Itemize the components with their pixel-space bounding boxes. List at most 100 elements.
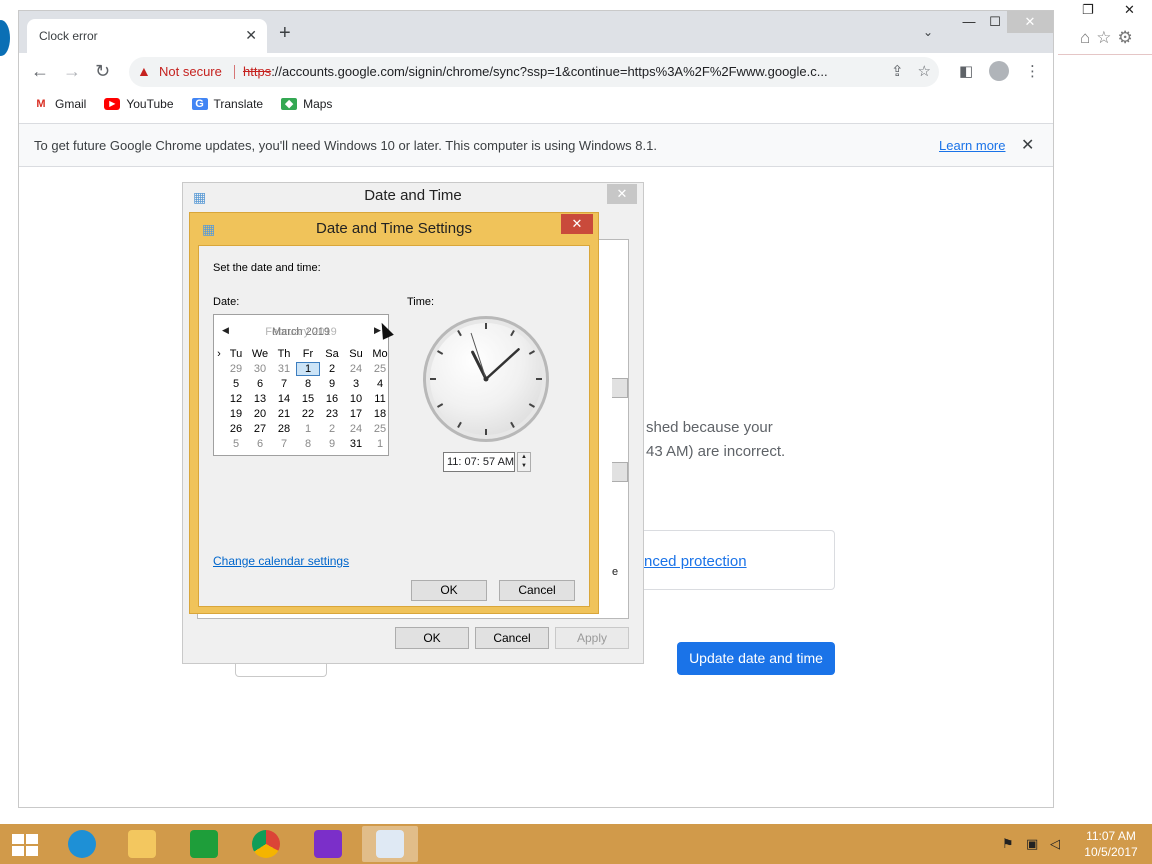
tab-clock-error[interactable]: Clock error ✕ [27, 19, 267, 53]
change-button-edge[interactable] [612, 462, 628, 482]
close-icon[interactable]: ✕ [607, 184, 637, 204]
apply-button[interactable]: Apply [555, 627, 629, 649]
calendar-day[interactable]: 14 [272, 392, 296, 406]
file-explorer-taskbar-button[interactable] [114, 826, 170, 862]
bookmark-gmail[interactable]: M Gmail [33, 91, 86, 117]
calendar-day[interactable]: 18 [368, 407, 392, 421]
date-time-taskbar-button[interactable] [362, 826, 418, 862]
calendar-day[interactable]: 6 [248, 377, 272, 391]
calendar-day[interactable]: 31 [344, 437, 368, 451]
calendar-day[interactable]: 12 [224, 392, 248, 406]
calendar-day[interactable]: 31 [272, 362, 296, 376]
infobar-close-icon[interactable]: ✕ [1021, 135, 1034, 155]
calendar-day[interactable]: 11 [368, 392, 392, 406]
tab-close-icon[interactable]: ✕ [245, 27, 257, 44]
calendar-day[interactable]: 29 [224, 362, 248, 376]
share-icon[interactable]: ⇪ [891, 62, 904, 80]
calendar-day[interactable]: 6 [248, 437, 272, 451]
calendar-day[interactable]: 15 [296, 392, 320, 406]
not-secure-label[interactable]: Not secure [159, 64, 222, 79]
calendar-day[interactable]: 25 [368, 362, 392, 376]
calendar-day[interactable]: 21 [272, 407, 296, 421]
spin-up-icon[interactable]: ▲ [518, 453, 530, 462]
close-icon[interactable]: ✕ [1124, 2, 1135, 18]
bookmark-star-icon[interactable]: ☆ [918, 62, 931, 80]
gear-icon[interactable]: ⚙ [1118, 28, 1133, 48]
analog-clock [423, 316, 549, 442]
bookmark-maps[interactable]: ◆ Maps [281, 91, 332, 117]
calendar-day[interactable]: 4 [368, 377, 392, 391]
restore-icon[interactable]: ❐ [1082, 2, 1094, 18]
calendar-day[interactable]: 5 [224, 377, 248, 391]
cancel-button[interactable]: Cancel [475, 627, 549, 649]
calendar-day[interactable]: 24 [344, 422, 368, 436]
close-icon[interactable]: ✕ [561, 214, 593, 234]
taskbar-clock[interactable]: 11:07 AM 10/5/2017 [1078, 828, 1144, 860]
internet-explorer-taskbar-button[interactable] [54, 826, 110, 862]
star-icon[interactable]: ☆ [1096, 28, 1111, 48]
calendar-day[interactable]: 20 [248, 407, 272, 421]
calendar-day[interactable]: 22 [296, 407, 320, 421]
network-icon[interactable]: ▣ [1026, 836, 1038, 852]
maximize-icon[interactable]: ☐ [985, 11, 1005, 33]
learn-more-link[interactable]: Learn more [939, 138, 1005, 153]
calendar[interactable]: ◀ March 2019 February 2019 ▶ › Tu We Th Fr Sa… [213, 314, 389, 456]
volume-muted-icon[interactable]: ◁ [1050, 836, 1060, 852]
calendar-day[interactable]: 1 [296, 422, 320, 436]
forward-icon[interactable]: → [63, 61, 81, 81]
calendar-day[interactable]: 25 [368, 422, 392, 436]
url-text[interactable]: https://accounts.google.com/signin/chrom… [243, 64, 863, 79]
spin-down-icon[interactable]: ▼ [518, 462, 530, 471]
change-calendar-settings-link[interactable]: Change calendar settings [213, 554, 349, 568]
search-taskbar-button[interactable] [300, 826, 356, 862]
new-tab-button[interactable]: + [279, 23, 291, 43]
change-button-edge[interactable] [612, 378, 628, 398]
calendar-day[interactable]: 16 [320, 392, 344, 406]
calendar-day[interactable]: 3 [344, 377, 368, 391]
ok-button[interactable]: OK [411, 580, 487, 601]
minimize-icon[interactable]: — [959, 11, 979, 33]
close-icon[interactable]: ✕ [1007, 11, 1053, 33]
time-input[interactable]: 11: 07: 57 AM [443, 452, 515, 472]
calendar-day[interactable]: 9 [320, 437, 344, 451]
menu-icon[interactable]: ⋮ [1025, 62, 1040, 80]
ok-button[interactable]: OK [395, 627, 469, 649]
tab-search-icon[interactable]: ⌄ [923, 25, 933, 39]
back-icon[interactable]: ← [31, 61, 49, 81]
calendar-day[interactable]: 7 [272, 377, 296, 391]
calendar-day[interactable]: 28 [272, 422, 296, 436]
address-bar[interactable]: ▲ Not secure https://accounts.google.com… [129, 57, 939, 87]
calendar-day[interactable]: 23 [320, 407, 344, 421]
calendar-day[interactable]: 1 [368, 437, 392, 451]
home-icon[interactable]: ⌂ [1080, 28, 1090, 48]
calendar-day[interactable]: 30 [248, 362, 272, 376]
profile-avatar[interactable] [989, 61, 1009, 81]
calendar-day[interactable]: 8 [296, 377, 320, 391]
calendar-day[interactable]: 2 [320, 422, 344, 436]
update-date-time-button[interactable]: Update date and time [677, 642, 835, 675]
calendar-day[interactable]: 8 [296, 437, 320, 451]
calendar-day[interactable]: 9 [320, 377, 344, 391]
flag-icon[interactable]: ⚑ [1002, 836, 1014, 852]
calendar-day[interactable]: 7 [272, 437, 296, 451]
calendar-day[interactable]: 5 [224, 437, 248, 451]
calendar-day[interactable]: 1 [296, 362, 320, 376]
reload-icon[interactable]: ↻ [95, 61, 110, 81]
calendar-day[interactable]: 10 [344, 392, 368, 406]
calendar-day[interactable]: 17 [344, 407, 368, 421]
bookmark-translate[interactable]: G Translate [191, 91, 263, 117]
start-button[interactable] [12, 834, 38, 856]
cancel-button[interactable]: Cancel [499, 580, 575, 601]
chrome-taskbar-button[interactable] [238, 826, 294, 862]
advanced-protection-link[interactable]: nced protection [644, 553, 747, 570]
calendar-day[interactable]: 27 [248, 422, 272, 436]
calendar-day[interactable]: 19 [224, 407, 248, 421]
calendar-day[interactable]: 13 [248, 392, 272, 406]
bookmark-youtube[interactable]: ▶ YouTube [104, 91, 174, 117]
store-taskbar-button[interactable] [176, 826, 232, 862]
time-spinner[interactable]: ▲ ▼ [517, 452, 531, 472]
calendar-day[interactable]: 24 [344, 362, 368, 376]
calendar-day[interactable]: 26 [224, 422, 248, 436]
side-panel-icon[interactable]: ◧ [959, 62, 973, 80]
calendar-day[interactable]: 2 [320, 362, 344, 376]
